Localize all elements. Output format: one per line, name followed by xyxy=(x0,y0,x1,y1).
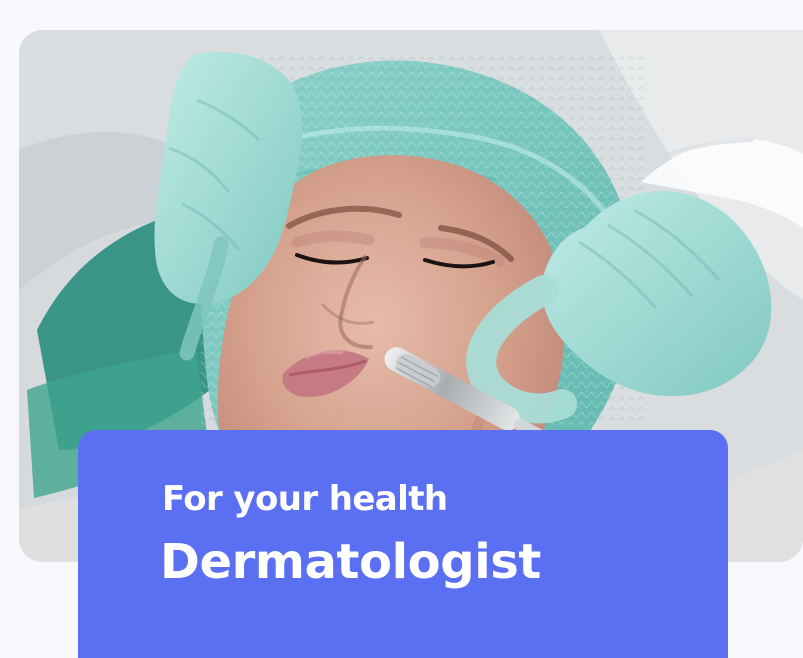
page-root: For your health Dermatologist xyxy=(0,0,803,658)
caption-title: Dermatologist xyxy=(160,534,541,590)
specialty-caption-card: For your health Dermatologist xyxy=(78,430,728,658)
caption-eyebrow: For your health xyxy=(162,479,448,519)
